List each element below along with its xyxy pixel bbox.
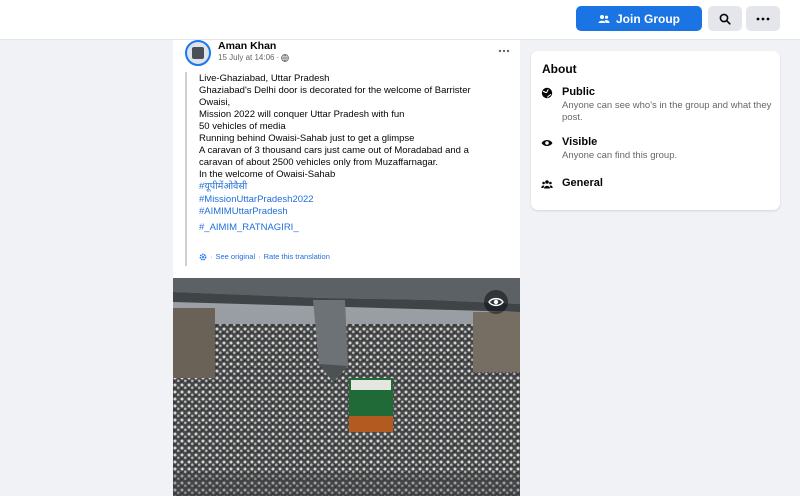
more-horizontal-icon — [756, 17, 770, 20]
post-author[interactable]: Aman Khan — [218, 40, 276, 52]
hashtag-link[interactable]: #AIMIMUttarPradesh — [199, 206, 510, 219]
globe-icon — [281, 53, 290, 62]
group-icon — [541, 180, 553, 189]
post-more-button[interactable] — [498, 42, 510, 56]
about-item-description: Anyone can find this group. — [562, 150, 678, 161]
post-photo[interactable] — [173, 278, 520, 496]
post-header: Aman Khan 15 July at 14:06 · — [185, 40, 510, 72]
photo-view-button[interactable] — [484, 290, 508, 314]
text-line: Ghaziabad's Delhi door is decorated for … — [199, 85, 471, 96]
hashtag-link[interactable]: #MissionUttarPradesh2022 — [199, 194, 510, 207]
text-line: Owaisi, — [199, 97, 231, 108]
translation-footer: · See original · Rate this translation — [199, 252, 330, 261]
post-card: Aman Khan 15 July at 14:06 · Live-Ghazia… — [173, 40, 520, 496]
translated-text: Live-Ghaziabad, Uttar Pradesh Ghaziabad'… — [185, 72, 510, 266]
see-original-link[interactable]: See original — [216, 252, 256, 261]
more-horizontal-icon — [498, 49, 510, 53]
about-item-visible: Visible Anyone can find this group. — [541, 136, 771, 166]
search-button[interactable] — [708, 6, 742, 31]
hashtag-link[interactable]: #_AIMIM_RATNAGIRI_ — [199, 222, 510, 235]
hashtag-link[interactable]: #यूपीमेंओवैसी — [199, 181, 510, 194]
post-timestamp[interactable]: 15 July at 14:06 — [218, 53, 274, 62]
text-line: A caravan of 3 thousand cars just came o… — [199, 145, 469, 156]
about-item-public: Public Anyone can see who's in the group… — [541, 86, 771, 123]
post-meta: 15 July at 14:06 · — [218, 53, 290, 62]
about-item-general: General — [541, 177, 771, 193]
more-options-button[interactable] — [746, 6, 780, 31]
group-icon — [598, 14, 610, 23]
eye-icon — [488, 297, 504, 307]
search-icon — [719, 13, 731, 25]
text-line: Running behind Owaisi-Sahab just to get … — [199, 133, 415, 144]
about-item-title: Public — [562, 86, 596, 98]
about-title: About — [542, 62, 577, 76]
text-line: 50 vehicles of media — [199, 121, 286, 132]
text-line: Mission 2022 will conquer Uttar Pradesh … — [199, 109, 405, 120]
rate-translation-link[interactable]: Rate this translation — [264, 252, 330, 261]
top-bar: Join Group — [0, 0, 800, 40]
text-line: In the welcome of Owaisi-Sahab — [199, 169, 336, 180]
avatar[interactable] — [185, 40, 211, 66]
join-group-label: Join Group — [616, 11, 680, 26]
about-item-description: Anyone can see who's in the group and wh… — [562, 100, 772, 123]
join-group-button[interactable]: Join Group — [576, 6, 702, 31]
gear-icon — [199, 253, 207, 260]
about-item-title: Visible — [562, 136, 598, 148]
globe-icon — [541, 87, 553, 99]
text-line: caravan of about 2500 vehicles only from… — [199, 157, 439, 168]
about-card: About Public Anyone can see who's in the… — [531, 51, 780, 210]
text-line: Live-Ghaziabad, Uttar Pradesh — [199, 73, 330, 84]
eye-icon — [541, 140, 553, 146]
crowd-photo — [173, 278, 520, 496]
about-item-title: General — [562, 177, 603, 189]
